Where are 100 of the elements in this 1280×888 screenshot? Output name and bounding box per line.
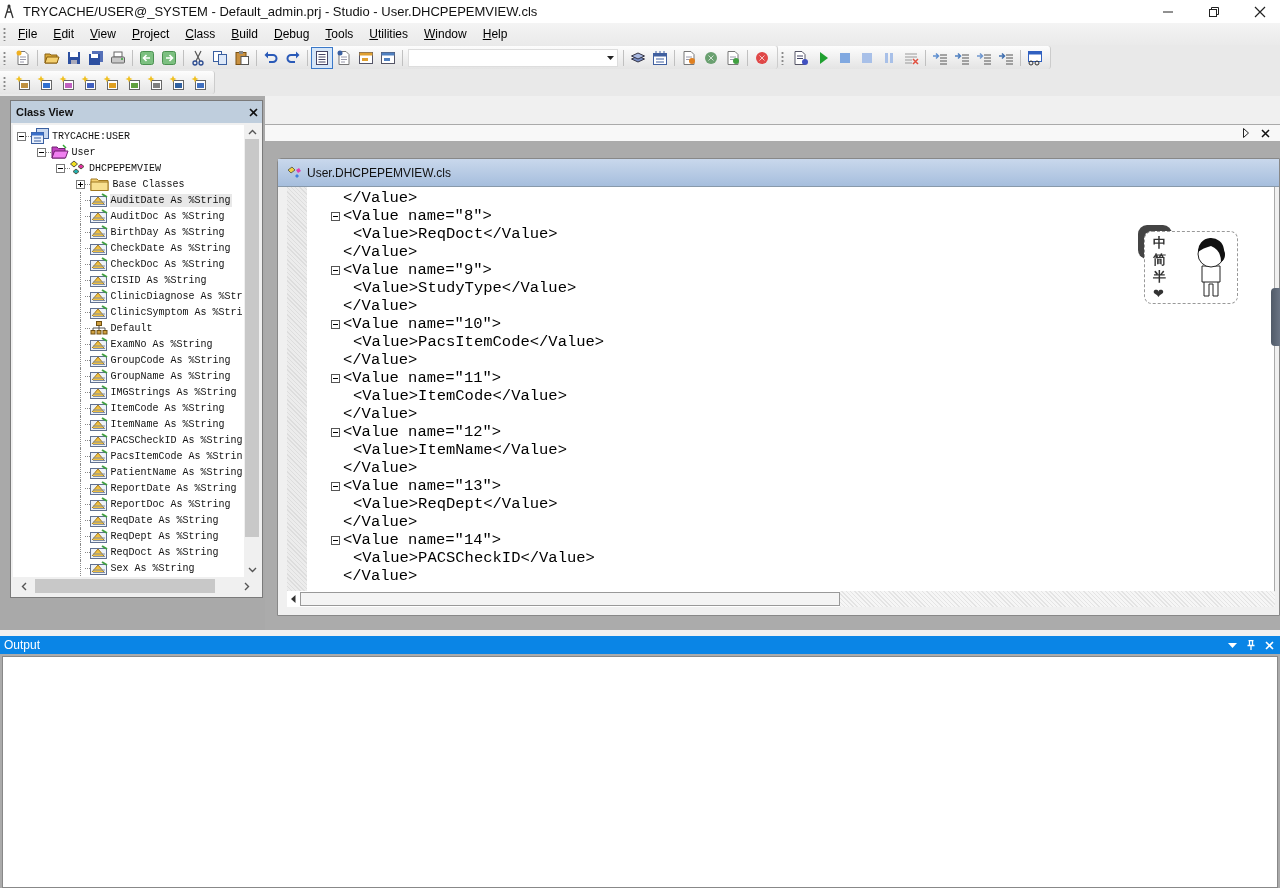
menu-item[interactable]: Class [179, 27, 222, 41]
tree-item[interactable]: ReportDoc As %String [109, 497, 232, 511]
tree-item[interactable]: TRYCACHE:USER [51, 129, 131, 143]
class-file-icon [287, 165, 303, 180]
property-icon [89, 433, 108, 447]
tree-item[interactable]: Sex As %String [109, 561, 196, 575]
collapse-icon[interactable] [36, 147, 46, 157]
property-icon [89, 273, 108, 287]
tree-item[interactable]: CheckDoc As %String [109, 257, 226, 271]
menu-item[interactable]: Help [476, 27, 514, 41]
tree-item[interactable]: ClinicSymptom As %Stri [109, 305, 244, 319]
scroll-thumb[interactable] [245, 139, 259, 537]
side-handle[interactable] [1271, 288, 1280, 346]
code-line: <Value name="12"> [343, 423, 502, 441]
tree-item[interactable]: PatientName As %String [109, 465, 244, 479]
scroll-right-icon[interactable] [244, 581, 250, 591]
property-icon [89, 545, 108, 559]
code-line: <Value name="10"> [343, 315, 502, 333]
close-icon[interactable] [1254, 5, 1266, 18]
collapse-icon[interactable] [17, 131, 26, 141]
menu-item[interactable]: Utilities [363, 27, 415, 41]
collapse-icon[interactable] [56, 163, 65, 173]
tree-item[interactable]: DHCPEPEMVIEW [88, 161, 162, 175]
code-line: </Value> [343, 459, 418, 477]
folder-icon [89, 176, 110, 192]
tree-item[interactable]: ReqDept As %String [109, 529, 220, 543]
scroll-right-icon[interactable] [1243, 128, 1249, 138]
tree-item[interactable]: CISID As %String [109, 273, 208, 287]
tree-item[interactable]: Base Classes [111, 177, 186, 191]
code-line: <Value name="11"> [343, 369, 502, 387]
expand-icon[interactable] [75, 179, 85, 189]
menu-item[interactable]: Project [125, 27, 176, 41]
close-icon[interactable] [1261, 128, 1270, 138]
tree-item[interactable]: ClinicDiagnose As %Str [109, 289, 244, 303]
scroll-thumb[interactable] [300, 592, 840, 606]
property-icon [89, 369, 108, 383]
menu-item[interactable]: View [84, 27, 122, 41]
property-icon [89, 289, 108, 303]
property-icon [89, 209, 108, 223]
tree-item[interactable]: ExamNo As %String [109, 337, 214, 351]
tree-item[interactable]: GroupName As %String [109, 369, 232, 383]
windows-icon [31, 128, 49, 144]
dropdown-caret-icon [607, 55, 614, 60]
collapse-icon[interactable] [331, 373, 340, 383]
code-line: <Value>ReqDept</Value> [353, 495, 558, 513]
menu-item[interactable]: Debug [267, 27, 316, 41]
property-icon [89, 449, 108, 463]
tree-item[interactable]: PACSCheckID As %String [109, 433, 244, 447]
code-line: </Value> [343, 405, 418, 423]
tree-item[interactable]: CheckDate As %String [109, 241, 232, 255]
collapse-icon[interactable] [331, 211, 340, 221]
restore-icon[interactable] [1208, 5, 1220, 18]
tree-item[interactable]: ReqDate As %String [109, 513, 220, 527]
property-icon [89, 257, 108, 271]
code-line: </Value> [343, 351, 418, 369]
tree-item[interactable]: Default [109, 321, 154, 335]
close-icon[interactable] [249, 107, 258, 117]
menu-item[interactable]: File [12, 27, 44, 41]
tree-item[interactable]: ItemName As %String [109, 417, 226, 431]
scroll-up-icon[interactable] [247, 129, 257, 135]
panel-title: Class View [16, 106, 74, 118]
tree-item[interactable]: IMGStrings As %String [109, 385, 238, 399]
tree-item[interactable]: ReqDoct As %String [109, 545, 220, 559]
code-line: <Value name="14"> [343, 531, 502, 549]
collapse-icon[interactable] [331, 427, 340, 437]
collapse-icon[interactable] [331, 265, 340, 275]
property-icon [89, 193, 108, 207]
tree-item[interactable]: GroupCode As %String [109, 353, 232, 367]
tree-item[interactable]: ItemCode As %String [109, 401, 226, 415]
scroll-down-icon[interactable] [247, 567, 257, 573]
menu-item[interactable]: Window [418, 27, 473, 41]
menu-item[interactable]: Tools [319, 27, 360, 41]
collapse-icon[interactable] [331, 535, 340, 545]
scroll-left-icon[interactable] [21, 581, 27, 591]
code-line: <Value>ItemName</Value> [353, 441, 567, 459]
property-icon [89, 225, 108, 239]
tree-item[interactable]: User [70, 145, 97, 159]
property-icon [89, 513, 108, 527]
code-line: </Value> [343, 243, 418, 261]
ime-panel[interactable]: 中 简 半 ❤ [1144, 231, 1238, 304]
document-view-icon[interactable] [312, 47, 332, 68]
ime-button[interactable]: 简 [1153, 250, 1166, 268]
property-icon [89, 465, 108, 479]
tree-item[interactable]: ReportDate As %String [109, 481, 238, 495]
scroll-thumb[interactable] [35, 579, 215, 593]
collapse-icon[interactable] [331, 319, 340, 329]
menu-item[interactable]: Build [225, 27, 264, 41]
tree-item[interactable]: AuditDoc As %String [109, 209, 226, 223]
pin-icon[interactable] [1247, 640, 1255, 650]
compass-icon [4, 4, 14, 19]
tree-item[interactable]: AuditDate As %String [109, 193, 232, 207]
ime-button[interactable]: ❤ [1153, 284, 1166, 302]
menu-item[interactable]: Edit [47, 27, 81, 41]
scroll-left-icon[interactable] [291, 595, 296, 603]
dropdown-caret-icon[interactable] [1228, 642, 1237, 648]
tree-item[interactable]: BirthDay As %String [109, 225, 226, 239]
tree-item[interactable]: PacsItemCode As %Strin [109, 449, 244, 463]
ime-button[interactable]: 半 [1153, 267, 1166, 285]
collapse-icon[interactable] [331, 481, 340, 491]
window-title: TRYCACHE/USER@_SYSTEM - Default_admin.prj - Studio - User.DHCPEPEMVIEW.cls [23, 4, 539, 19]
